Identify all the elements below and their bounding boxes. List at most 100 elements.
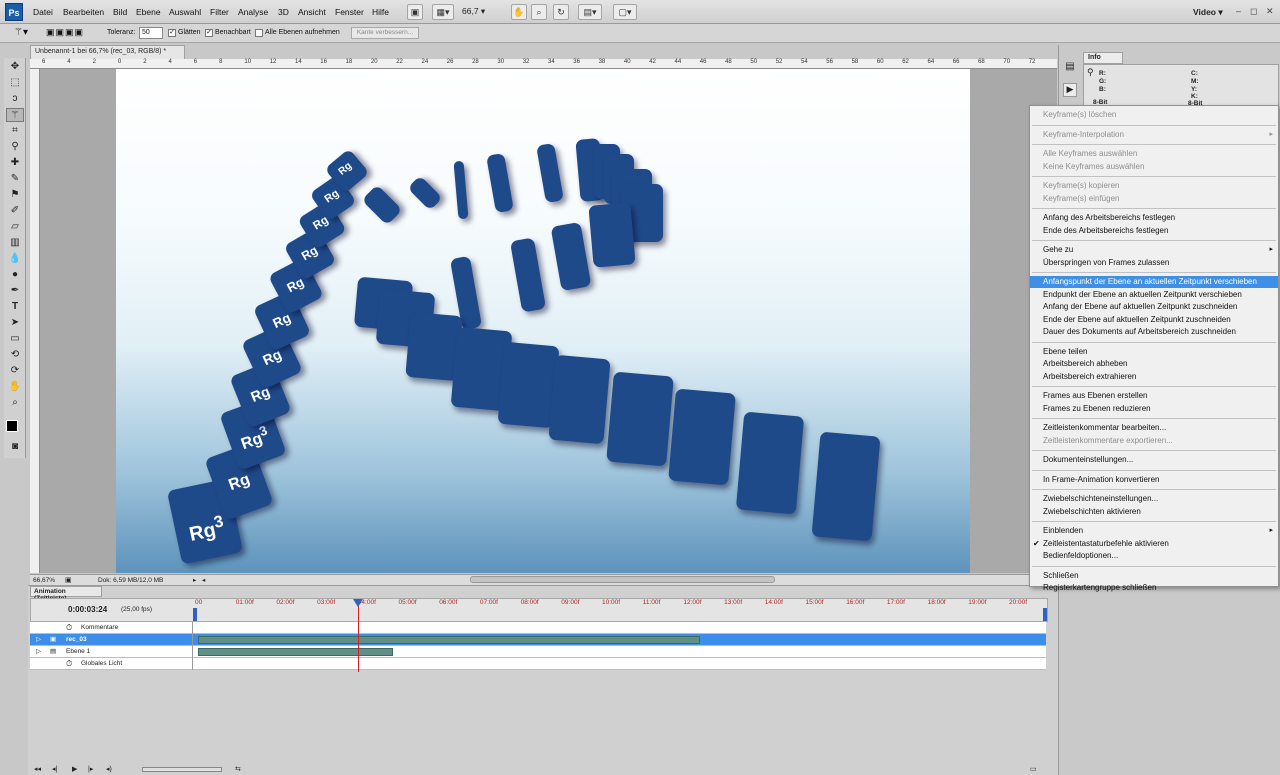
convert-frames-icon[interactable]: ▭: [1030, 765, 1037, 773]
workspace-select[interactable]: Video ▾: [1193, 7, 1223, 18]
eraser-tool-icon[interactable]: ▱: [6, 220, 24, 234]
3d-rotate-tool-icon[interactable]: ⟲: [6, 348, 24, 362]
menu-3d[interactable]: 3D: [278, 7, 289, 17]
audio-icon[interactable]: ◂): [106, 765, 112, 773]
menu-item[interactable]: Gehe zu ▸: [1030, 244, 1278, 256]
menu-datei[interactable]: Datei: [33, 7, 53, 17]
menu-item[interactable]: Dauer des Dokuments auf Arbeitsbereich z…: [1030, 326, 1278, 338]
extras-icon[interactable]: ▦▾: [432, 4, 454, 20]
menu-item[interactable]: Ende der Ebene auf aktuellen Zeitpunkt z…: [1030, 314, 1278, 326]
healing-tool-icon[interactable]: ✚: [6, 156, 24, 170]
menu-auswahl[interactable]: Auswahl: [169, 7, 201, 17]
menu-item[interactable]: Endpunkt der Ebene an aktuellen Zeitpunk…: [1030, 289, 1278, 301]
menu-filter[interactable]: Filter: [210, 7, 229, 17]
path-selection-tool-icon[interactable]: ➤: [6, 316, 24, 330]
onion-skin-icon[interactable]: ⇆: [235, 765, 241, 773]
info-panel-icon[interactable]: ▤: [1063, 61, 1077, 75]
menu-item[interactable]: Schließen: [1030, 570, 1278, 582]
work-area-end-handle[interactable]: [1043, 608, 1047, 621]
menu-item[interactable]: Frames zu Ebenen reduzieren: [1030, 403, 1278, 415]
layer-row-globales-licht[interactable]: ⏱ Globales Licht: [30, 658, 1046, 670]
menu-item[interactable]: Ebene teilen: [1030, 346, 1278, 358]
history-brush-tool-icon[interactable]: ✐: [6, 204, 24, 218]
menu-item[interactable]: Überspringen von Frames zulassen: [1030, 257, 1278, 269]
hand-tool-icon[interactable]: ✋: [6, 380, 24, 394]
playhead-marker[interactable]: [353, 599, 363, 607]
menu-item[interactable]: Zeitleistenkommentar bearbeiten...: [1030, 422, 1278, 434]
play-icon[interactable]: ▶: [72, 765, 77, 773]
work-area-start-handle[interactable]: [193, 608, 197, 621]
layer-row-ebene-1[interactable]: ▷ ▤ Ebene 1: [30, 646, 1046, 658]
bridge-icon[interactable]: ▣: [407, 4, 423, 20]
timecode[interactable]: 0:00:03:24: [68, 605, 107, 614]
quick-mask-icon[interactable]: ◙: [6, 440, 24, 454]
3d-camera-tool-icon[interactable]: ⟳: [6, 364, 24, 378]
type-tool-icon[interactable]: T: [6, 300, 24, 314]
menu-item[interactable]: Arbeitsbereich extrahieren: [1030, 371, 1278, 383]
brush-tool-icon[interactable]: ✎: [6, 172, 24, 186]
menu-item[interactable]: Anfang des Arbeitsbereichs festlegen: [1030, 212, 1278, 224]
document-image[interactable]: Rg3 Rg Rg3 Rg Rg Rg Rg Rg Rg Rg Rg: [116, 69, 970, 573]
expand-triangle-icon[interactable]: ▷: [36, 634, 41, 646]
zoom-select[interactable]: 66,7 ▾: [462, 6, 485, 17]
status-icon[interactable]: ▣: [65, 576, 72, 584]
menu-hilfe[interactable]: Hilfe: [372, 7, 389, 17]
status-arrow-icon[interactable]: ▸: [193, 576, 196, 584]
magic-wand-tool-icon[interactable]: ⚚: [6, 108, 24, 122]
screen-mode-icon[interactable]: ▢▾: [613, 4, 637, 20]
lasso-tool-icon[interactable]: ↄ: [6, 92, 24, 106]
gradient-tool-icon[interactable]: ▥: [6, 236, 24, 250]
arrange-icon[interactable]: ▤▾: [578, 4, 602, 20]
stopwatch-icon[interactable]: ⏱: [66, 658, 72, 670]
next-frame-icon[interactable]: |▸: [88, 765, 93, 773]
info-tab[interactable]: Info: [1083, 52, 1123, 64]
zoom-icon[interactable]: ⌕: [531, 4, 547, 20]
first-frame-icon[interactable]: ◂◂: [34, 765, 41, 773]
expand-triangle-icon[interactable]: ▷: [36, 646, 41, 658]
menu-item[interactable]: Ende des Arbeitsbereichs festlegen: [1030, 225, 1278, 237]
document-tab[interactable]: Unbenannt-1 bei 66,7% (rec_03, RGB/8) *: [30, 45, 185, 59]
zoom-tool-icon[interactable]: ⌕: [6, 396, 24, 410]
selection-mode-icons[interactable]: ▣▣▣▣: [46, 27, 84, 38]
animation-tab[interactable]: Animation (Zeitleiste): [30, 586, 102, 602]
menu-item[interactable]: Bedienfeldoptionen...: [1030, 550, 1278, 562]
crop-tool-icon[interactable]: ⌗: [6, 124, 24, 138]
pen-tool-icon[interactable]: ✒: [6, 284, 24, 298]
foreground-color-swatch[interactable]: [6, 420, 18, 432]
shape-tool-icon[interactable]: ▭: [6, 332, 24, 346]
zoom-slider[interactable]: [142, 767, 222, 772]
menu-bild[interactable]: Bild: [113, 7, 127, 17]
playhead-line[interactable]: [358, 600, 359, 672]
stopwatch-icon[interactable]: ⏱: [66, 622, 72, 634]
blur-tool-icon[interactable]: 💧: [6, 252, 24, 266]
menu-item[interactable]: Arbeitsbereich abheben: [1030, 358, 1278, 370]
close-icon[interactable]: ✕: [1266, 6, 1274, 17]
menu-item[interactable]: Zwiebelschichten aktivieren: [1030, 506, 1278, 518]
scroll-left-icon[interactable]: ◂: [202, 576, 205, 584]
menu-item[interactable]: Zwiebelschichteneinstellungen...: [1030, 493, 1278, 505]
layer-row-kommentare[interactable]: ⏱ Kommentare: [30, 622, 1046, 634]
tolerance-input[interactable]: 50: [139, 27, 163, 39]
marquee-tool-icon[interactable]: ⬚: [6, 76, 24, 90]
menu-item[interactable]: Anfang der Ebene auf aktuellen Zeitpunkt…: [1030, 301, 1278, 313]
menu-ansicht[interactable]: Ansicht: [298, 7, 326, 17]
smooth-checkbox[interactable]: ✓: [168, 29, 176, 37]
menu-item[interactable]: Frames aus Ebenen erstellen: [1030, 390, 1278, 402]
menu-analyse[interactable]: Analyse: [238, 7, 268, 17]
menu-item[interactable]: Registerkartengruppe schließen: [1030, 582, 1278, 594]
layer-duration-bar[interactable]: [198, 636, 700, 644]
prev-frame-icon[interactable]: ◂|: [52, 765, 57, 773]
all-layers-checkbox[interactable]: [255, 29, 263, 37]
rotate-view-icon[interactable]: ↻: [553, 4, 569, 20]
magic-wand-icon[interactable]: ⚚▾: [14, 27, 28, 38]
menu-item[interactable]: Einblenden ▸: [1030, 525, 1278, 537]
eyedropper-tool-icon[interactable]: ⚲: [6, 140, 24, 154]
horizontal-scrollbar[interactable]: [470, 576, 775, 583]
status-zoom[interactable]: 66,67%: [33, 577, 55, 584]
dodge-tool-icon[interactable]: ●: [6, 268, 24, 282]
menu-item[interactable]: Zeitleistentastaturbefehle aktivieren ✔: [1030, 538, 1278, 550]
layer-duration-bar[interactable]: [198, 648, 393, 656]
menu-item[interactable]: In Frame-Animation konvertieren: [1030, 474, 1278, 486]
refine-edge-button[interactable]: Kante verbessern...: [351, 27, 419, 39]
restore-icon[interactable]: ◻: [1250, 6, 1257, 17]
